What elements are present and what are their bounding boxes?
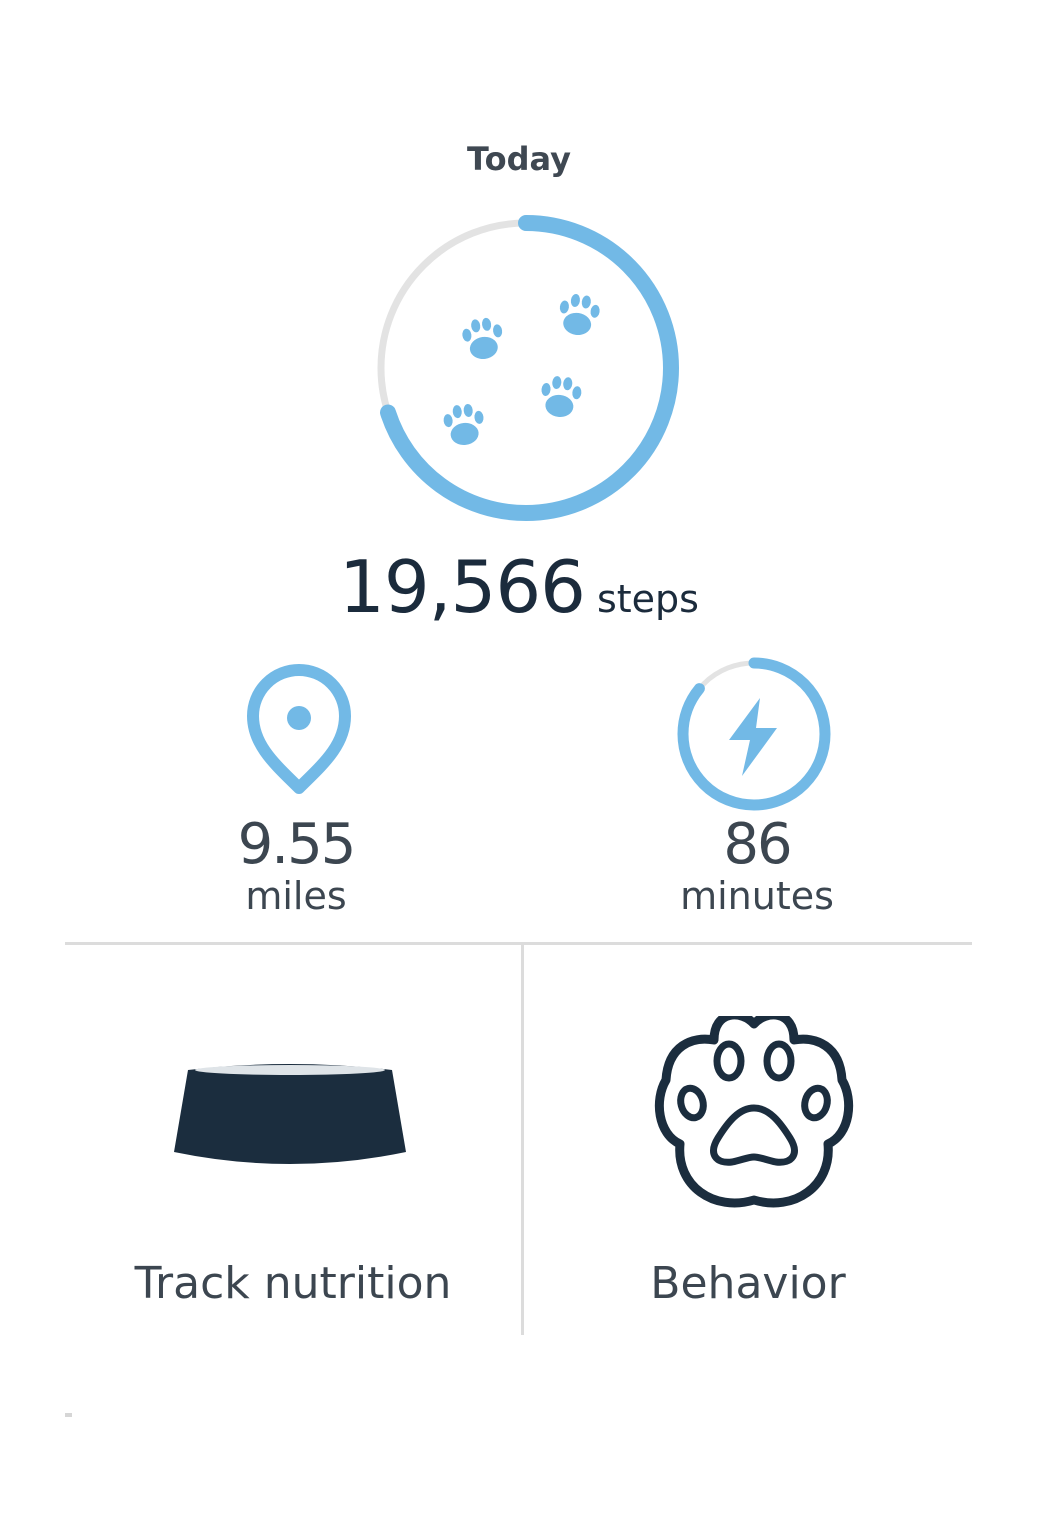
page-indicator	[65, 1413, 72, 1417]
active-minutes-unit: minutes	[680, 874, 834, 918]
horizontal-divider	[65, 942, 972, 945]
page-title: Today	[467, 140, 571, 178]
steps-unit: steps	[596, 577, 699, 621]
steps-progress-ring[interactable]	[368, 210, 684, 526]
active-minutes-value: 86	[723, 812, 792, 877]
behavior-card[interactable]: Behavior	[524, 946, 972, 1335]
food-bowl-icon	[174, 1064, 406, 1164]
paw-icon	[654, 1016, 854, 1208]
track-nutrition-card[interactable]: Track nutrition	[65, 946, 521, 1335]
location-pin-icon	[247, 664, 351, 794]
distance-value: 9.55	[237, 812, 357, 877]
track-nutrition-label: Track nutrition	[134, 1258, 452, 1309]
steps-summary: 19,566 steps	[0, 545, 1038, 629]
active-minutes-ring	[677, 657, 831, 811]
distance-unit: miles	[245, 874, 347, 918]
steps-value: 19,566	[339, 545, 586, 629]
paw-prints-icon	[443, 294, 600, 446]
behavior-label: Behavior	[650, 1258, 846, 1309]
lightning-bolt-icon	[729, 698, 777, 776]
